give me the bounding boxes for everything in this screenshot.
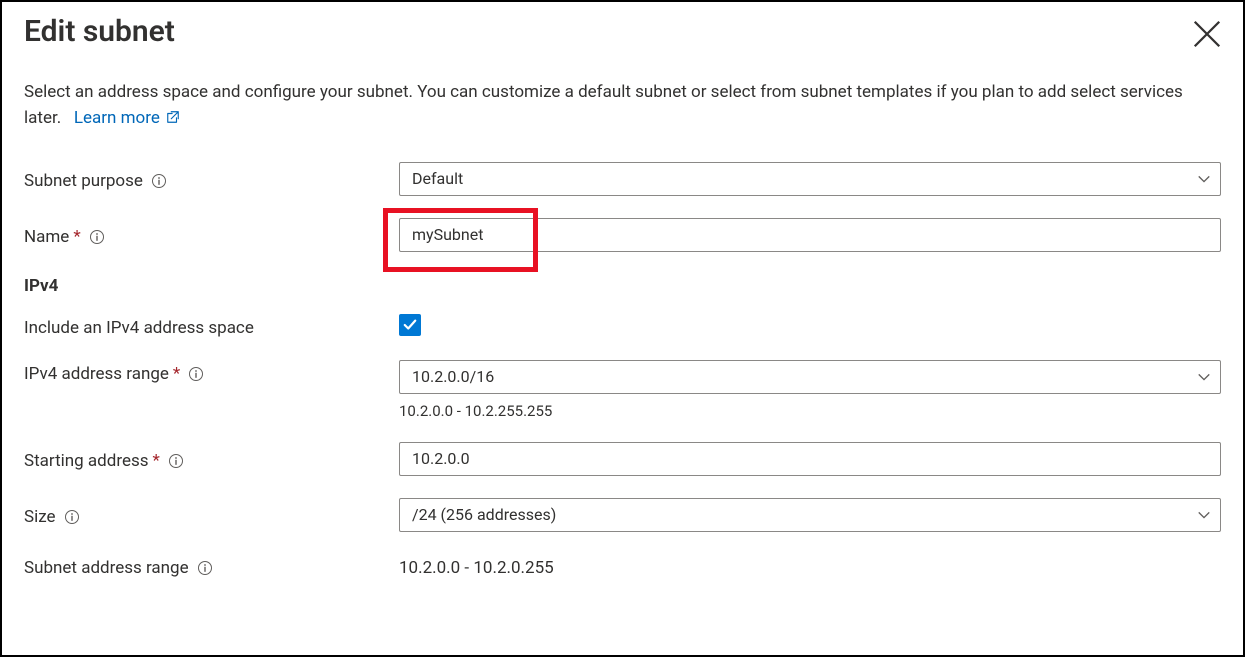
intro-text-block: Select an address space and configure yo…	[24, 79, 1214, 132]
row-name: Name *	[24, 218, 1221, 252]
ipv4-range-select[interactable]	[399, 360, 1221, 394]
check-icon	[403, 318, 417, 332]
label-text-subnet-range: Subnet address range	[24, 558, 189, 578]
label-name: Name *	[24, 223, 399, 247]
info-icon[interactable]	[197, 560, 213, 576]
required-indicator: *	[153, 451, 160, 471]
label-subnet-range: Subnet address range	[24, 554, 399, 578]
intro-text: Select an address space and configure yo…	[24, 82, 1183, 128]
close-button[interactable]	[1193, 20, 1221, 48]
info-icon[interactable]	[89, 229, 105, 245]
label-text-subnet-purpose: Subnet purpose	[24, 171, 143, 191]
required-indicator: *	[173, 364, 180, 384]
size-select[interactable]	[399, 498, 1221, 532]
learn-more-link[interactable]: Learn more	[74, 108, 180, 128]
info-icon[interactable]	[151, 173, 167, 189]
row-size: Size	[24, 498, 1221, 532]
label-text-ipv4-range: IPv4 address range	[24, 364, 169, 384]
label-ipv4-range: IPv4 address range *	[24, 360, 399, 384]
subnet-purpose-select[interactable]	[399, 162, 1221, 196]
subnet-name-input[interactable]	[399, 218, 1221, 252]
panel-title: Edit subnet	[24, 14, 175, 49]
label-text-include-ipv4: Include an IPv4 address space	[24, 318, 254, 338]
close-icon	[1193, 20, 1221, 48]
ipv4-range-helper: 10.2.0.0 - 10.2.255.255	[399, 402, 1221, 420]
row-starting-address: Starting address *	[24, 442, 1221, 476]
label-include-ipv4: Include an IPv4 address space	[24, 314, 399, 338]
edit-subnet-panel: Edit subnet Select an address space and …	[0, 0, 1245, 657]
label-subnet-purpose: Subnet purpose	[24, 167, 399, 191]
subnet-range-value: 10.2.0.0 - 10.2.0.255	[399, 554, 1221, 578]
label-text-size: Size	[24, 507, 56, 527]
required-indicator: *	[73, 227, 80, 247]
row-subnet-range: Subnet address range 10.2.0.0 - 10.2.0.2…	[24, 554, 1221, 578]
starting-address-input[interactable]	[399, 442, 1221, 476]
row-subnet-purpose: Subnet purpose	[24, 162, 1221, 196]
row-include-ipv4: Include an IPv4 address space	[24, 314, 1221, 338]
label-text-name: Name	[24, 227, 69, 247]
info-icon[interactable]	[64, 509, 80, 525]
learn-more-label: Learn more	[74, 108, 160, 128]
label-text-starting-address: Starting address	[24, 451, 149, 471]
label-size: Size	[24, 503, 399, 527]
include-ipv4-checkbox[interactable]	[399, 314, 421, 336]
label-starting-address: Starting address *	[24, 447, 399, 471]
ipv4-section-header: IPv4	[24, 276, 1221, 296]
panel-header: Edit subnet	[24, 14, 1221, 79]
info-icon[interactable]	[168, 453, 184, 469]
row-ipv4-range: IPv4 address range * 10.2.0.0 - 10.2.255…	[24, 360, 1221, 420]
info-icon[interactable]	[188, 366, 204, 382]
external-link-icon	[166, 110, 180, 124]
